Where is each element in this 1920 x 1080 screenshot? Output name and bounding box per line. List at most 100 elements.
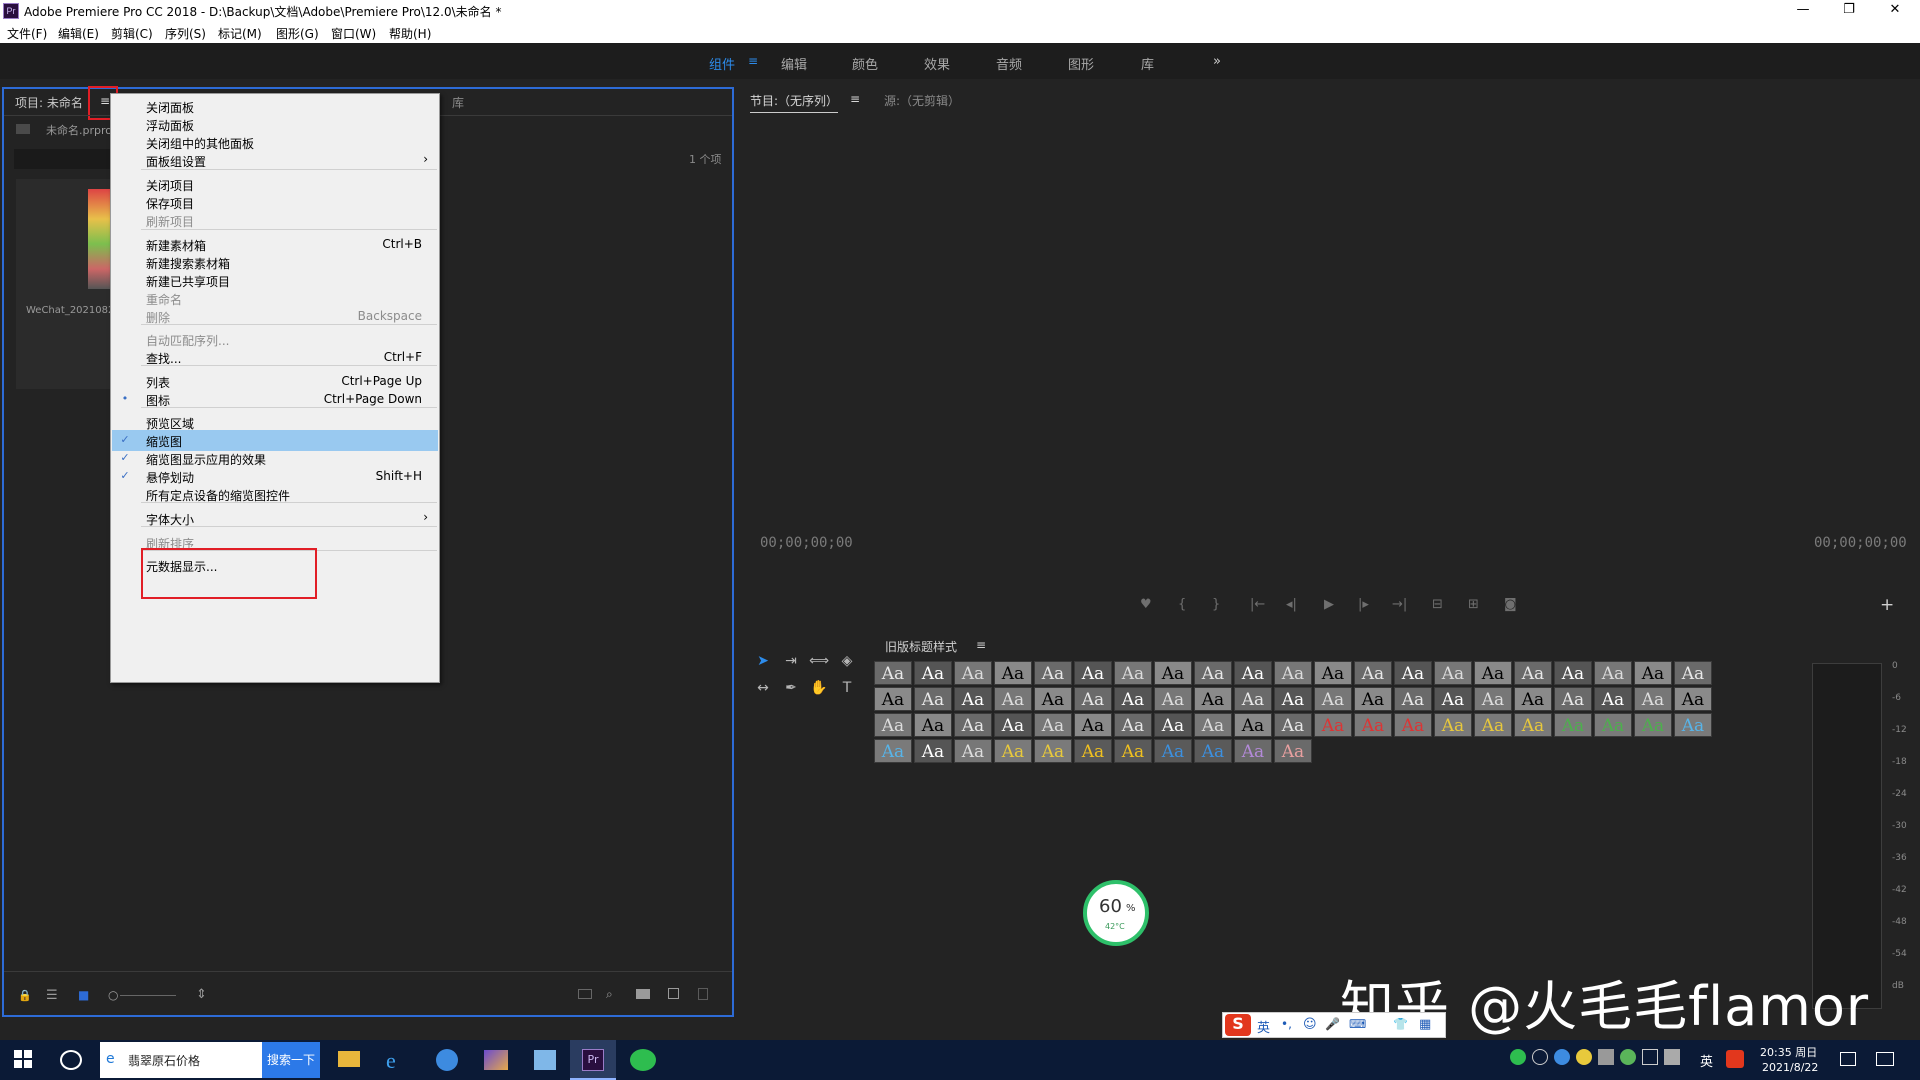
title-style-swatch[interactable]: Aa	[1114, 661, 1152, 685]
title-style-swatch[interactable]: Aa	[914, 661, 952, 685]
title-style-swatch[interactable]: Aa	[1434, 713, 1472, 737]
title-style-swatch[interactable]: Aa	[874, 739, 912, 763]
title-style-swatch[interactable]: Aa	[1554, 661, 1592, 685]
title-style-swatch[interactable]: Aa	[1474, 661, 1512, 685]
title-style-swatch[interactable]: Aa	[1314, 661, 1352, 685]
title-style-swatch[interactable]: Aa	[1634, 713, 1672, 737]
playhead-timecode[interactable]: 00;00;00;00	[760, 535, 853, 551]
workspace-editing[interactable]: 编辑	[781, 54, 807, 73]
title-style-swatch[interactable]: Aa	[914, 713, 952, 737]
title-style-swatch[interactable]: Aa	[1234, 687, 1272, 711]
title-style-swatch[interactable]: Aa	[1034, 739, 1072, 763]
ime-punct-icon[interactable]: •,	[1281, 1017, 1292, 1031]
menu-clip[interactable]: 剪辑(C)	[111, 25, 153, 42]
title-style-swatch[interactable]: Aa	[1194, 713, 1232, 737]
extract-button[interactable]: ⊞	[1468, 597, 1479, 612]
title-style-swatch[interactable]: Aa	[994, 739, 1032, 763]
title-style-swatch[interactable]: Aa	[954, 687, 992, 711]
tray-sogou-icon[interactable]	[1726, 1050, 1744, 1068]
title-style-swatch[interactable]: Aa	[1554, 713, 1592, 737]
new-item-icon[interactable]	[668, 988, 679, 999]
clock-time[interactable]: 20:35 周日	[1760, 1044, 1817, 1060]
title-style-swatch[interactable]: Aa	[1234, 661, 1272, 685]
cpu-monitor-widget[interactable]: 60 % 42°C	[1083, 880, 1149, 946]
hand-tool-icon[interactable]: ✋	[808, 677, 830, 699]
styles-menu-icon[interactable]: ≡	[976, 638, 986, 652]
title-style-swatch[interactable]: Aa	[1354, 713, 1392, 737]
list-view-icon[interactable]: ☰	[46, 988, 58, 1003]
title-style-swatch[interactable]: Aa	[1594, 713, 1632, 737]
title-style-swatch[interactable]: Aa	[1194, 739, 1232, 763]
icon-view-icon[interactable]: ■	[78, 988, 89, 1002]
title-style-swatch[interactable]: Aa	[994, 661, 1032, 685]
title-style-swatch[interactable]: Aa	[1154, 661, 1192, 685]
sogou-browser-icon[interactable]	[436, 1049, 458, 1071]
title-style-swatch[interactable]: Aa	[1194, 687, 1232, 711]
title-style-swatch[interactable]: Aa	[1154, 739, 1192, 763]
title-style-swatch[interactable]: Aa	[1354, 687, 1392, 711]
workspace-color[interactable]: 颜色	[852, 54, 878, 73]
context-menu-item[interactable]: • 图标 Ctrl+Page Down	[112, 389, 438, 410]
title-style-swatch[interactable]: Aa	[1354, 661, 1392, 685]
title-style-swatch[interactable]: Aa	[1074, 713, 1112, 737]
razor-tool-icon[interactable]: ◈	[836, 650, 858, 672]
ime-skin-icon[interactable]: 👕	[1393, 1017, 1408, 1031]
lift-button[interactable]: ⊟	[1432, 597, 1443, 612]
ie-browser-icon[interactable]: e	[386, 1048, 396, 1074]
title-style-swatch[interactable]: Aa	[914, 739, 952, 763]
app-360-icon[interactable]	[60, 1050, 82, 1070]
title-style-swatch[interactable]: Aa	[1514, 687, 1552, 711]
track-select-tool-icon[interactable]: ⇥	[780, 650, 802, 672]
title-style-swatch[interactable]: Aa	[1434, 687, 1472, 711]
title-style-swatch[interactable]: Aa	[1514, 713, 1552, 737]
context-menu-item[interactable]: 所有定点设备的缩览图控件	[112, 484, 438, 505]
workspace-assembly[interactable]: 组件	[709, 54, 735, 73]
title-style-swatch[interactable]: Aa	[1594, 661, 1632, 685]
title-style-swatch[interactable]: Aa	[1474, 713, 1512, 737]
panel-menu-icon[interactable]: ≡	[100, 94, 110, 108]
taskbar-search-button[interactable]: 搜索一下	[262, 1042, 320, 1078]
menu-window[interactable]: 窗口(W)	[331, 25, 376, 42]
title-style-swatch[interactable]: Aa	[1554, 687, 1592, 711]
workspace-effects[interactable]: 效果	[924, 54, 950, 73]
context-menu-item[interactable]: 查找... Ctrl+F	[112, 347, 438, 368]
context-menu-item[interactable]: 面板组设置 ›	[112, 150, 438, 171]
title-style-swatch[interactable]: Aa	[1274, 739, 1312, 763]
search-input[interactable]	[14, 149, 114, 169]
sort-icon[interactable]: ⇕	[196, 987, 207, 1002]
title-style-swatch[interactable]: Aa	[1674, 713, 1712, 737]
add-marker-button[interactable]: ♥	[1140, 597, 1152, 612]
wechat-icon[interactable]	[630, 1049, 656, 1071]
menu-help[interactable]: 帮助(H)	[389, 25, 431, 42]
menu-sequence[interactable]: 序列(S)	[165, 25, 206, 42]
file-explorer-icon[interactable]	[338, 1051, 360, 1067]
lock-icon[interactable]: 🔒	[18, 989, 32, 1002]
title-style-swatch[interactable]: Aa	[1314, 687, 1352, 711]
context-menu-item[interactable]: 字体大小 ›	[112, 508, 438, 529]
clock-date[interactable]: 2021/8/22	[1762, 1061, 1818, 1074]
title-style-swatch[interactable]: Aa	[994, 687, 1032, 711]
title-style-swatch[interactable]: Aa	[1074, 661, 1112, 685]
start-button-icon[interactable]	[14, 1050, 32, 1068]
selection-tool-icon[interactable]: ➤	[752, 650, 774, 672]
title-style-swatch[interactable]: Aa	[1154, 687, 1192, 711]
program-menu-icon[interactable]: ≡	[850, 92, 860, 106]
restore-button[interactable]: ❐	[1826, 0, 1872, 22]
title-style-swatch[interactable]: Aa	[1314, 713, 1352, 737]
title-style-swatch[interactable]: Aa	[954, 713, 992, 737]
play-button[interactable]: ▶	[1324, 597, 1334, 612]
type-tool-icon[interactable]: T	[836, 677, 858, 699]
delete-icon[interactable]	[698, 988, 708, 1000]
ime-voice-icon[interactable]: 🎤	[1325, 1017, 1340, 1031]
taskbar-search-text[interactable]: 翡翠原石价格	[128, 1052, 200, 1069]
export-frame-button[interactable]: ◙	[1504, 597, 1517, 612]
button-editor-add[interactable]: +	[1880, 595, 1894, 615]
title-style-swatch[interactable]: Aa	[1514, 661, 1552, 685]
title-style-swatch[interactable]: Aa	[1114, 739, 1152, 763]
title-style-swatch[interactable]: Aa	[1394, 713, 1432, 737]
ripple-edit-tool-icon[interactable]: ⟺	[808, 650, 830, 672]
title-style-swatch[interactable]: Aa	[1114, 687, 1152, 711]
title-style-swatch[interactable]: Aa	[1274, 713, 1312, 737]
title-style-swatch[interactable]: Aa	[1194, 661, 1232, 685]
pen-tool-icon[interactable]: ✒	[780, 677, 802, 699]
